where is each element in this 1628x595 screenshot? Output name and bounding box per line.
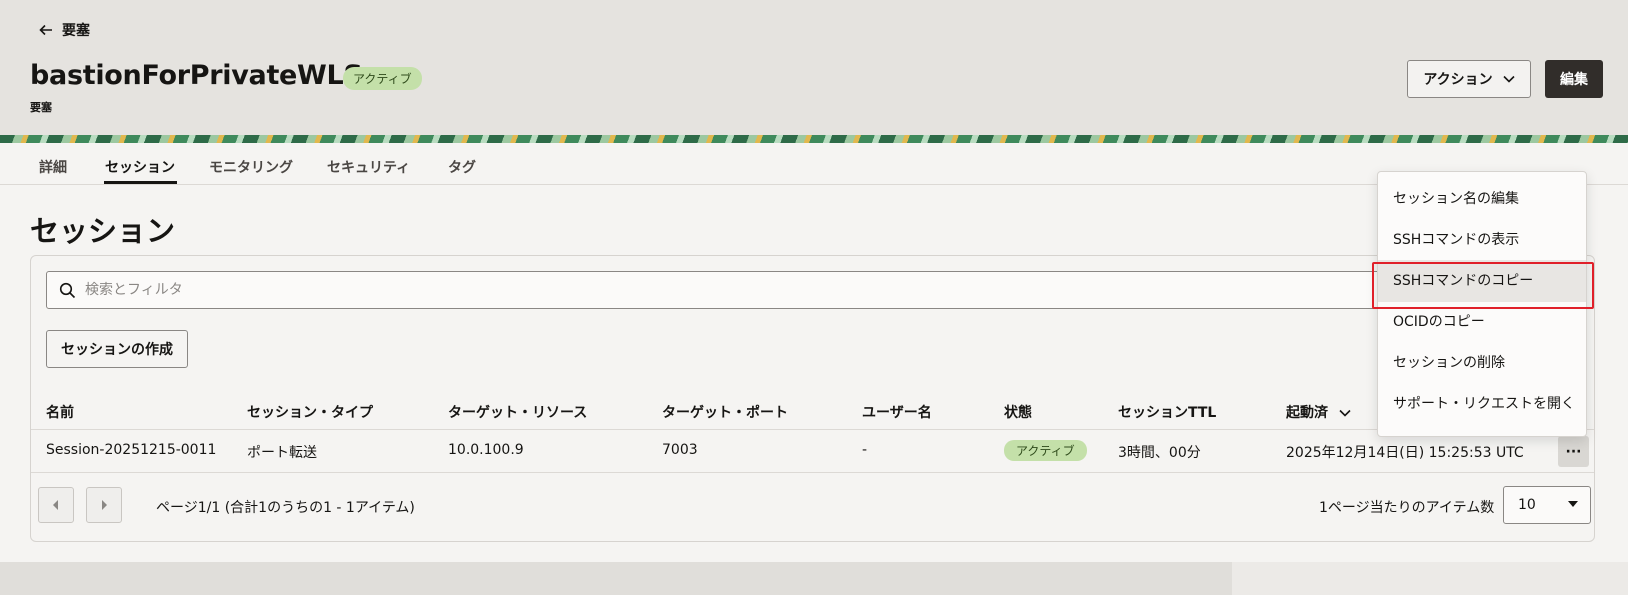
cell-user: - [862, 442, 868, 458]
table-header: 名前 セッション・タイプ ターゲット・リソース ターゲット・ポート ユーザー名 … [31, 392, 1594, 430]
menu-item-copy-ssh-command[interactable]: SSHコマンドのコピー [1378, 260, 1586, 302]
section-title: セッション [30, 214, 176, 248]
page-subtitle: 要塞 [30, 101, 52, 114]
previous-page-button[interactable] [38, 487, 74, 523]
row-actions-menu: セッション名の編集 SSHコマンドの表示 SSHコマンドのコピー OCIDのコピ… [1377, 171, 1587, 437]
tab-sessions[interactable]: セッション [105, 157, 175, 177]
column-header-started[interactable]: 起動済 [1286, 402, 1351, 422]
action-button[interactable]: アクション [1407, 60, 1531, 98]
cell-state-badge: アクティブ [1004, 440, 1087, 461]
back-link[interactable]: 要塞 [38, 20, 90, 40]
column-header-ttl[interactable]: セッションTTL [1118, 402, 1216, 422]
footer-panel [1232, 562, 1628, 595]
decorative-banner [0, 135, 1628, 143]
search-box [46, 271, 1392, 309]
next-page-button[interactable] [86, 487, 122, 523]
active-tab-indicator [104, 181, 177, 184]
menu-item-show-ssh-command[interactable]: SSHコマンドの表示 [1378, 219, 1586, 261]
menu-item-copy-ocid[interactable]: OCIDのコピー [1378, 301, 1586, 343]
column-header-port[interactable]: ターゲット・ポート [662, 402, 788, 422]
edit-button[interactable]: 編集 [1545, 60, 1603, 98]
menu-item-delete-session[interactable]: セッションの削除 [1378, 342, 1586, 384]
column-header-name[interactable]: 名前 [46, 402, 74, 422]
pagination-summary: ページ1/1 (合計1のうちの1 - 1アイテム) [156, 500, 415, 516]
action-button-label: アクション [1423, 72, 1493, 88]
cell-port: 7003 [662, 442, 698, 458]
cell-resource: 10.0.100.9 [448, 442, 524, 458]
row-actions-menu-button[interactable]: ··· [1558, 436, 1589, 467]
search-icon [59, 282, 76, 299]
table-row: Session-20251215-0011 ポート転送 10.0.100.9 7… [31, 430, 1594, 473]
menu-item-edit-session-name[interactable]: セッション名の編集 [1378, 178, 1586, 220]
caret-down-icon [1568, 501, 1578, 507]
cell-started: 2025年12月14日(日) 15:25:53 UTC [1286, 445, 1524, 461]
cell-type: ポート転送 [247, 445, 317, 461]
tab-details[interactable]: 詳細 [39, 157, 67, 177]
sessions-card: セッションの作成 名前 セッション・タイプ ターゲット・リソース ターゲット・ポ… [30, 255, 1595, 542]
column-header-user[interactable]: ユーザー名 [862, 402, 932, 422]
column-header-type[interactable]: セッション・タイプ [247, 402, 373, 422]
column-header-state[interactable]: 状態 [1004, 402, 1032, 422]
status-badge: アクティブ [343, 67, 422, 90]
caret-left-icon [53, 500, 58, 510]
create-session-button[interactable]: セッションの作成 [46, 330, 188, 368]
items-per-page-value: 10 [1518, 497, 1536, 513]
tab-monitoring[interactable]: モニタリング [209, 157, 293, 177]
tab-tags[interactable]: タグ [448, 157, 476, 177]
caret-right-icon [102, 500, 107, 510]
footer-strip [0, 562, 1628, 595]
page-title: bastionForPrivateWLS [30, 60, 363, 91]
page-header: 要塞 bastionForPrivateWLS アクティブ 要塞 アクション 編… [0, 0, 1628, 135]
search-input[interactable] [85, 272, 1385, 308]
items-per-page-label: 1ページ当たりのアイテム数 [1319, 500, 1495, 516]
cell-ttl: 3時間、00分 [1118, 445, 1201, 461]
items-per-page-select[interactable]: 10 [1503, 486, 1591, 524]
menu-item-open-support-request[interactable]: サポート・リクエストを開く [1378, 383, 1586, 425]
back-link-label: 要塞 [62, 23, 90, 39]
sort-chevron-down-icon [1339, 409, 1351, 417]
column-header-started-label: 起動済 [1286, 405, 1328, 421]
chevron-down-icon [1503, 75, 1515, 83]
arrow-left-icon [39, 24, 52, 36]
cell-name: Session-20251215-0011 [46, 442, 217, 458]
column-header-resource[interactable]: ターゲット・リソース [448, 402, 587, 422]
tab-security[interactable]: セキュリティ [327, 157, 410, 177]
